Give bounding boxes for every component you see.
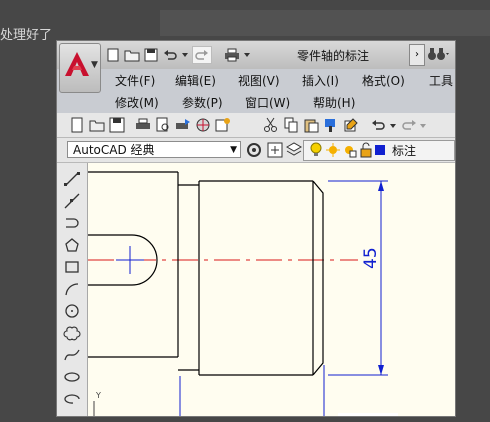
chevron-down-icon: ▼ (230, 145, 237, 155)
autocad-window: 零件轴的标注 › ▼ 文件(F) 编辑(E) 视图(V) 插入(I) 格式(O)… (56, 40, 456, 417)
arc-icon[interactable] (63, 281, 81, 297)
app-menu-caret-icon: ▼ (91, 60, 98, 70)
layer-viewport-icon[interactable] (341, 142, 357, 158)
construction-line-icon[interactable] (63, 193, 81, 209)
workspace-toolbar: AutoCAD 经典 ▼ 标注 (57, 138, 455, 163)
menu-format[interactable]: 格式(O) (362, 72, 405, 89)
background-text: 处理好了 (0, 28, 53, 43)
menu-tools[interactable]: 工具 (429, 72, 453, 89)
layer-unlock-icon[interactable] (359, 142, 373, 158)
layer-on-bulb-icon[interactable] (309, 142, 323, 158)
chamfer-end (312, 180, 324, 376)
menu-view[interactable]: 视图(V) (238, 72, 280, 89)
copy-icon[interactable] (283, 117, 299, 133)
spline-icon[interactable] (63, 347, 81, 363)
menu-bar-row1: 文件(F) 编辑(E) 视图(V) 插入(I) 格式(O) 工具 (57, 69, 455, 92)
menu-edit[interactable]: 编辑(E) (175, 72, 216, 89)
current-layer-name: 标注 (392, 144, 417, 158)
paste-icon[interactable] (303, 117, 319, 133)
standard-toolbar (57, 113, 455, 138)
new-icon[interactable] (69, 117, 85, 133)
rectangle-icon[interactable] (63, 259, 81, 275)
block-editor-icon[interactable] (343, 117, 359, 133)
cut-icon[interactable] (263, 117, 279, 133)
title-chevron-icon[interactable]: › (409, 44, 425, 66)
title-bar: 零件轴的标注 › (57, 41, 455, 70)
layer-properties-icon[interactable] (285, 141, 303, 159)
layer-color-swatch-icon (375, 145, 385, 155)
undo-toolbar-dropdown-icon[interactable] (389, 117, 397, 133)
redo-toolbar-icon[interactable] (401, 117, 417, 133)
application-menu-button[interactable]: ▼ (59, 43, 101, 93)
ellipse-icon[interactable] (63, 369, 81, 385)
undo-dropdown-icon[interactable] (181, 47, 189, 63)
draw-toolbar (57, 163, 88, 416)
line-icon[interactable] (63, 171, 81, 187)
workspace-settings-icon[interactable] (245, 141, 263, 159)
menu-bar-row2: 修改(M) 参数(P) 窗口(W) 帮助(H) (57, 91, 455, 114)
plot-icon[interactable] (135, 117, 151, 133)
workspace-custom-icon[interactable] (266, 141, 284, 159)
menu-modify[interactable]: 修改(M) (115, 94, 159, 111)
menu-insert[interactable]: 插入(I) (302, 72, 339, 89)
new-file-icon[interactable] (105, 47, 121, 63)
background-toolbar-ghost (160, 10, 490, 36)
polygon-icon[interactable] (63, 237, 81, 253)
plot-preview-icon[interactable] (155, 117, 171, 133)
circle-icon[interactable] (63, 303, 81, 319)
separator-icon (215, 47, 221, 63)
print-dropdown-icon[interactable] (243, 47, 251, 63)
layer-thaw-sun-icon[interactable] (325, 142, 341, 158)
dim-text-45: 45 (361, 247, 381, 269)
shaft-drawing: 42 45 Y (88, 171, 398, 416)
dim-arrow-bottom (378, 365, 384, 375)
undo-icon[interactable] (162, 47, 178, 63)
save-toolbar-icon[interactable] (109, 117, 125, 133)
ucs-y-label: Y (95, 391, 101, 400)
undo-toolbar-icon[interactable] (371, 117, 387, 133)
open-icon[interactable] (89, 117, 105, 133)
autocad-logo-icon (65, 52, 89, 76)
redo-toolbar-dropdown-icon[interactable] (419, 117, 427, 133)
redo-icon[interactable] (192, 46, 212, 64)
match-properties-icon[interactable] (323, 117, 339, 133)
workspace-select[interactable]: AutoCAD 经典 ▼ (67, 141, 241, 158)
3d-dwf-icon[interactable] (195, 117, 211, 133)
print-icon[interactable] (224, 47, 240, 63)
menu-help[interactable]: 帮助(H) (313, 94, 355, 111)
revision-cloud-icon[interactable] (63, 325, 81, 341)
overlay-artifact (338, 413, 398, 416)
sheet-set-icon[interactable] (215, 117, 231, 133)
publish-icon[interactable] (175, 117, 191, 133)
menu-file[interactable]: 文件(F) (115, 72, 155, 89)
save-icon[interactable] (143, 47, 159, 63)
menu-window[interactable]: 窗口(W) (245, 94, 290, 111)
quick-access-toolbar (105, 46, 254, 64)
dim-arrow-top (378, 181, 384, 191)
workspace-select-value: AutoCAD 经典 (73, 143, 155, 157)
ellipse-arc-icon[interactable] (63, 391, 81, 407)
binoculars-icon[interactable] (427, 46, 449, 66)
drawing-canvas[interactable]: 42 45 Y (88, 163, 455, 416)
polyline-icon[interactable] (63, 215, 81, 231)
open-folder-icon[interactable] (124, 47, 140, 63)
window-title: 零件轴的标注 (297, 49, 370, 63)
menu-parametric[interactable]: 参数(P) (182, 94, 223, 111)
